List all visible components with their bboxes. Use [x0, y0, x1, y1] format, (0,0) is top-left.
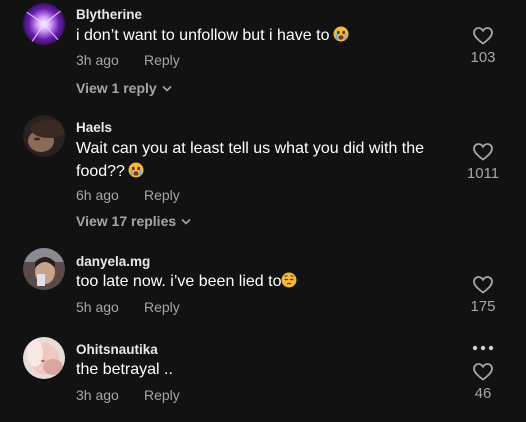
view-replies-button[interactable]: View 17 replies — [76, 213, 191, 229]
avatar[interactable] — [23, 248, 65, 290]
avatar[interactable] — [23, 337, 65, 379]
timestamp: 3h ago — [76, 387, 119, 403]
like-count: 103 — [470, 49, 496, 66]
heart-icon — [473, 143, 493, 161]
comment-text: the betrayal .. — [76, 358, 456, 381]
heart-icon — [473, 27, 493, 45]
avatar[interactable] — [23, 115, 65, 157]
crying-face-emoji — [333, 26, 348, 42]
username[interactable]: Ohitsnautika — [76, 342, 158, 357]
pensive-face-emoji — [281, 272, 297, 288]
like-button[interactable]: 46 — [456, 363, 510, 402]
comment-text: too late now. i’ve been lied to — [76, 270, 456, 293]
avatar[interactable] — [23, 3, 65, 45]
timestamp: 3h ago — [76, 52, 119, 68]
heart-icon — [473, 363, 493, 381]
timestamp: 5h ago — [76, 299, 119, 315]
view-replies-label: View 1 reply — [76, 80, 157, 96]
chevron-down-icon — [181, 218, 191, 225]
comment-meta: 5h ago Reply — [76, 299, 180, 315]
username[interactable]: Blytherine — [76, 7, 142, 22]
comment-meta: 3h ago Reply — [76, 387, 180, 403]
username[interactable]: danyela.mg — [76, 254, 150, 269]
chevron-down-icon — [162, 85, 172, 92]
reply-button[interactable]: Reply — [144, 387, 180, 403]
comment-meta: 3h ago Reply — [76, 52, 180, 68]
like-button[interactable]: 175 — [456, 276, 510, 315]
reply-button[interactable]: Reply — [144, 52, 180, 68]
reply-button[interactable]: Reply — [144, 299, 180, 315]
timestamp: 6h ago — [76, 187, 119, 203]
comment-meta: 6h ago Reply — [76, 187, 180, 203]
view-replies-button[interactable]: View 1 reply — [76, 80, 172, 96]
crying-face-emoji — [128, 162, 144, 178]
like-count: 175 — [470, 298, 496, 315]
view-replies-label: View 17 replies — [76, 213, 177, 229]
like-button[interactable]: 103 — [456, 27, 510, 66]
more-options-icon[interactable] — [470, 343, 496, 353]
comment-text-content: the betrayal .. — [76, 361, 173, 378]
comment-text-content: i don’t want to unfollow but i have to — [76, 27, 330, 44]
comment-text: i don’t want to unfollow but i have to — [76, 24, 456, 47]
comment-text-content: too late now. i’ve been lied to — [76, 273, 282, 290]
heart-icon — [473, 276, 493, 294]
like-count: 1011 — [466, 165, 500, 182]
comment-text: Wait can you at least tell us what you d… — [76, 137, 451, 183]
username[interactable]: Haels — [76, 120, 112, 135]
like-button[interactable]: 1011 — [456, 143, 510, 182]
like-count: 46 — [474, 385, 492, 402]
reply-button[interactable]: Reply — [144, 187, 180, 203]
